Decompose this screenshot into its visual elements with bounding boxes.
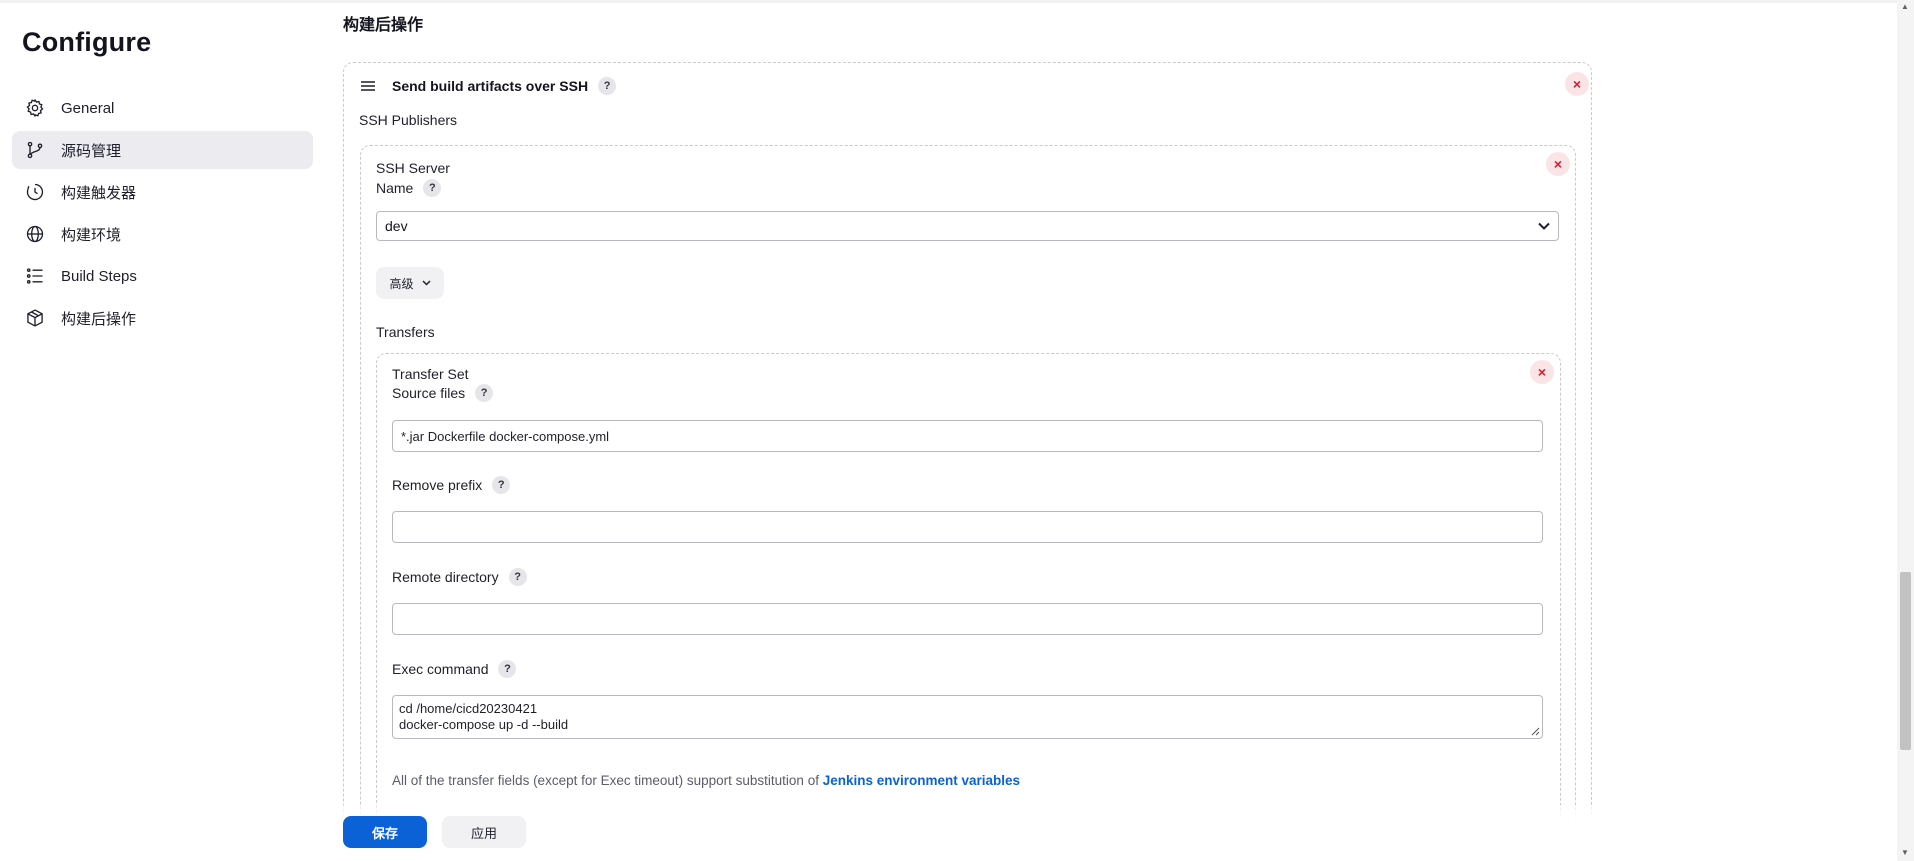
exec-command-line: docker-compose up -d --build [399, 717, 569, 732]
sidebar-item-label: 源码管理 [61, 142, 122, 160]
name-field-label: Name ? [376, 179, 442, 197]
source-files-label-text: Source files [392, 385, 466, 401]
scroll-down-arrow-icon[interactable]: ▼ [1901, 848, 1909, 857]
remove-prefix-input[interactable] [392, 511, 1543, 543]
help-icon[interactable]: ? [598, 77, 617, 95]
clock-icon [26, 183, 44, 201]
chevron-down-icon [421, 280, 431, 286]
close-icon[interactable]: × [1546, 152, 1570, 176]
ssh-server-value: dev [385, 218, 408, 234]
list-icon [26, 268, 43, 284]
sidebar-item-label: General [61, 99, 115, 117]
help-icon[interactable]: ? [475, 384, 494, 402]
remove-prefix-label: Remove prefix ? [392, 476, 511, 494]
remote-directory-label-text: Remote directory [392, 569, 499, 585]
remove-prefix-label-text: Remove prefix [392, 477, 483, 493]
vertical-scrollbar[interactable]: ▲ ▼ [1897, 0, 1914, 861]
sidebar: Configure General 源码管理 构建触发器 构建环境 Build … [0, 0, 330, 861]
help-icon[interactable]: ? [508, 568, 527, 586]
package-icon [27, 309, 43, 327]
sidebar-item-label: Build Steps [61, 267, 137, 285]
exec-command-line: cd /home/cicd20230421 [399, 701, 538, 716]
advanced-button[interactable]: 高级 [376, 267, 444, 299]
sidebar-item-label: 构建后操作 [61, 310, 137, 328]
exec-command-label-text: Exec command [392, 661, 489, 677]
name-label-text: Name [376, 180, 414, 196]
globe-icon [26, 225, 44, 243]
sidebar-nav: General 源码管理 构建触发器 构建环境 Build Steps 构建后操… [12, 89, 313, 341]
publisher-card: Send build artifacts over SSH ? × SSH Pu… [343, 62, 1592, 855]
sidebar-item-label: 构建环境 [61, 226, 122, 244]
close-icon[interactable]: × [1565, 72, 1589, 96]
ssh-server-header: SSH Server [376, 160, 450, 176]
chevron-down-icon [1538, 222, 1550, 230]
jenkins-env-vars-link[interactable]: Jenkins environment variables [823, 773, 1020, 788]
sidebar-item-build-steps[interactable]: Build Steps [12, 257, 313, 295]
ssh-publishers-label: SSH Publishers [359, 112, 458, 128]
sidebar-item-build-environment[interactable]: 构建环境 [12, 215, 313, 253]
scroll-up-arrow-icon[interactable]: ▲ [1901, 2, 1909, 11]
source-files-input[interactable]: *.jar Dockerfile docker-compose.yml [392, 420, 1543, 452]
ssh-server-card: SSH Server × Name ? dev 高级 Transfers Tra… [360, 145, 1576, 855]
ssh-server-select[interactable]: dev [376, 211, 1559, 241]
publisher-header: Send build artifacts over SSH ? [360, 77, 617, 95]
sidebar-item-source-control[interactable]: 源码管理 [12, 131, 313, 169]
help-icon[interactable]: ? [423, 179, 442, 197]
publisher-title: Send build artifacts over SSH [392, 78, 589, 94]
exec-command-label: Exec command ? [392, 660, 517, 678]
source-files-label: Source files ? [392, 384, 494, 402]
substitution-note-text: All of the transfer fields (except for E… [392, 773, 823, 788]
exec-command-textarea[interactable]: cd /home/cicd20230421 docker-compose up … [392, 695, 1543, 739]
resize-grip-icon[interactable] [1531, 727, 1540, 736]
page-title: Configure [22, 27, 152, 57]
sidebar-item-label: 构建触发器 [61, 184, 137, 202]
close-icon[interactable]: × [1530, 360, 1554, 384]
scrollbar-thumb[interactable] [1900, 572, 1911, 750]
transfer-set-header: Transfer Set [392, 366, 469, 382]
help-icon[interactable]: ? [492, 476, 511, 494]
section-title: 构建后操作 [343, 17, 424, 34]
sidebar-item-general[interactable]: General [12, 89, 313, 127]
apply-button[interactable]: 应用 [442, 816, 526, 848]
gear-icon [26, 98, 44, 118]
help-icon[interactable]: ? [498, 660, 517, 678]
substitution-note: All of the transfer fields (except for E… [392, 773, 1020, 788]
main-content: 构建后操作 Send build artifacts over SSH ? × … [343, 0, 1593, 861]
sidebar-item-post-build[interactable]: 构建后操作 [12, 299, 313, 337]
sidebar-item-build-triggers[interactable]: 构建触发器 [12, 173, 313, 211]
git-branch-icon [27, 141, 43, 159]
transfers-label: Transfers [376, 324, 435, 340]
drag-handle-icon[interactable] [360, 80, 376, 92]
transfer-set-card: Transfer Set × Source files ? *.jar Dock… [376, 353, 1561, 855]
advanced-label: 高级 [389, 276, 414, 291]
save-button[interactable]: 保存 [343, 816, 427, 848]
remote-directory-label: Remote directory ? [392, 568, 527, 586]
footer-bar [0, 805, 1620, 861]
remote-directory-input[interactable] [392, 603, 1543, 635]
